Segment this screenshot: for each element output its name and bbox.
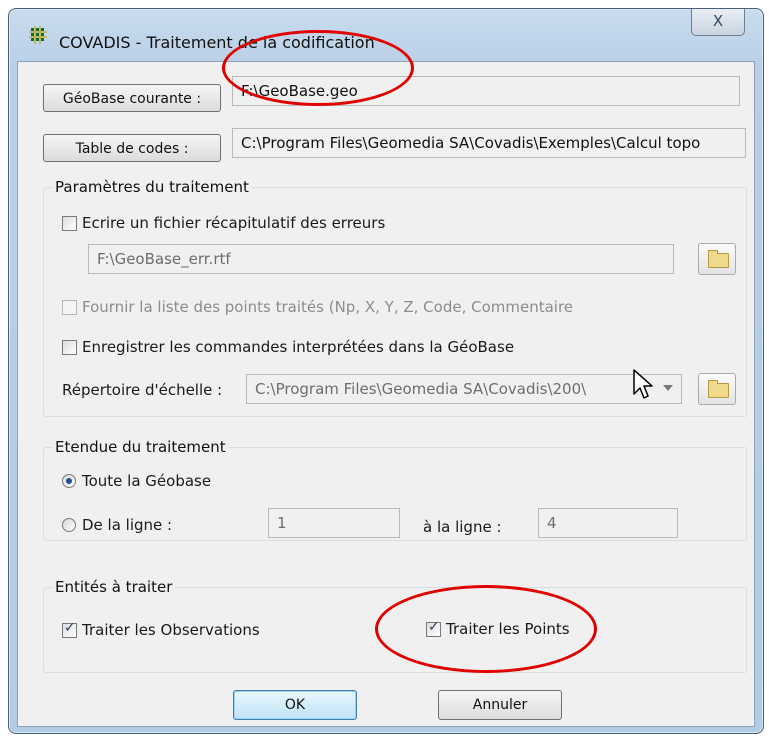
repertoire-value: C:\Program Files\Geomedia SA\Covadis\200…: [255, 380, 587, 398]
chevron-down-icon: [663, 385, 673, 391]
repertoire-browse-button[interactable]: [698, 373, 736, 405]
de-ligne-value: 1: [277, 514, 287, 532]
annuler-label: Annuler: [472, 697, 528, 713]
close-icon: X: [712, 12, 724, 30]
ecrire-label: Ecrire un fichier récapitulatif des erre…: [82, 214, 386, 232]
observations-checkbox[interactable]: [62, 620, 77, 638]
a-ligne-input[interactable]: 4: [538, 508, 678, 538]
ecrire-checkbox[interactable]: [62, 215, 77, 231]
annuler-button[interactable]: Annuler: [438, 690, 562, 720]
folder-icon: [708, 250, 729, 268]
folder-icon: [708, 380, 729, 398]
fournir-label: Fournir la liste des points traités (Np,…: [82, 298, 574, 316]
de-ligne-radio[interactable]: [62, 518, 76, 532]
toute-radio[interactable]: [62, 474, 76, 488]
etendue-legend: Etendue du traitement: [52, 438, 229, 456]
table-codes-field: C:\Program Files\Geomedia SA\Covadis\Exe…: [232, 128, 746, 158]
err-file-browse-button[interactable]: [698, 243, 736, 275]
de-ligne-radio-row[interactable]: De la ligne :: [62, 516, 172, 534]
table-codes-button-label: Table de codes :: [75, 141, 189, 157]
mouse-cursor-icon: [633, 369, 653, 399]
table-codes-button[interactable]: Table de codes :: [43, 134, 221, 162]
annotation-ellipse-geobase: [222, 30, 414, 106]
ok-label: OK: [284, 697, 306, 713]
toute-radio-row[interactable]: Toute la Géobase: [62, 472, 211, 490]
entites-legend: Entités à traiter: [52, 578, 176, 596]
enregistrer-checkbox[interactable]: [62, 339, 77, 355]
annotation-ellipse-points: [375, 585, 597, 673]
params-legend: Paramètres du traitement: [52, 178, 252, 196]
title-bar[interactable]: COVADIS - Traitement de la codification …: [9, 9, 763, 52]
ok-button[interactable]: OK: [233, 690, 357, 720]
close-button[interactable]: X: [691, 9, 745, 36]
de-ligne-label: De la ligne :: [82, 516, 173, 534]
err-file-value: F:\GeoBase_err.rtf: [97, 250, 231, 268]
observations-label: Traiter les Observations: [82, 621, 260, 639]
table-codes-value: C:\Program Files\Geomedia SA\Covadis\Exe…: [241, 134, 701, 152]
fournir-checkbox-row[interactable]: Fournir la liste des points traités (Np,…: [62, 298, 573, 316]
a-ligne-label: à la ligne :: [423, 518, 502, 536]
covadis-app-icon: [29, 26, 47, 44]
repertoire-label: Répertoire d'échelle :: [62, 381, 223, 399]
ecrire-checkbox-row[interactable]: Ecrire un fichier récapitulatif des erre…: [62, 214, 385, 232]
observations-checkbox-row[interactable]: Traiter les Observations: [62, 620, 260, 639]
de-ligne-input[interactable]: 1: [268, 508, 400, 538]
toute-label: Toute la Géobase: [82, 472, 212, 490]
fournir-checkbox[interactable]: [62, 299, 77, 315]
geobase-button-label: GéoBase courante :: [62, 91, 202, 107]
enregistrer-checkbox-row[interactable]: Enregistrer les commandes interprétées d…: [62, 338, 514, 356]
geobase-button[interactable]: GéoBase courante :: [43, 84, 221, 112]
a-ligne-value: 4: [547, 514, 557, 532]
repertoire-combobox[interactable]: C:\Program Files\Geomedia SA\Covadis\200…: [246, 374, 682, 404]
enregistrer-label: Enregistrer les commandes interprétées d…: [82, 338, 515, 356]
err-file-field: F:\GeoBase_err.rtf: [88, 244, 674, 274]
